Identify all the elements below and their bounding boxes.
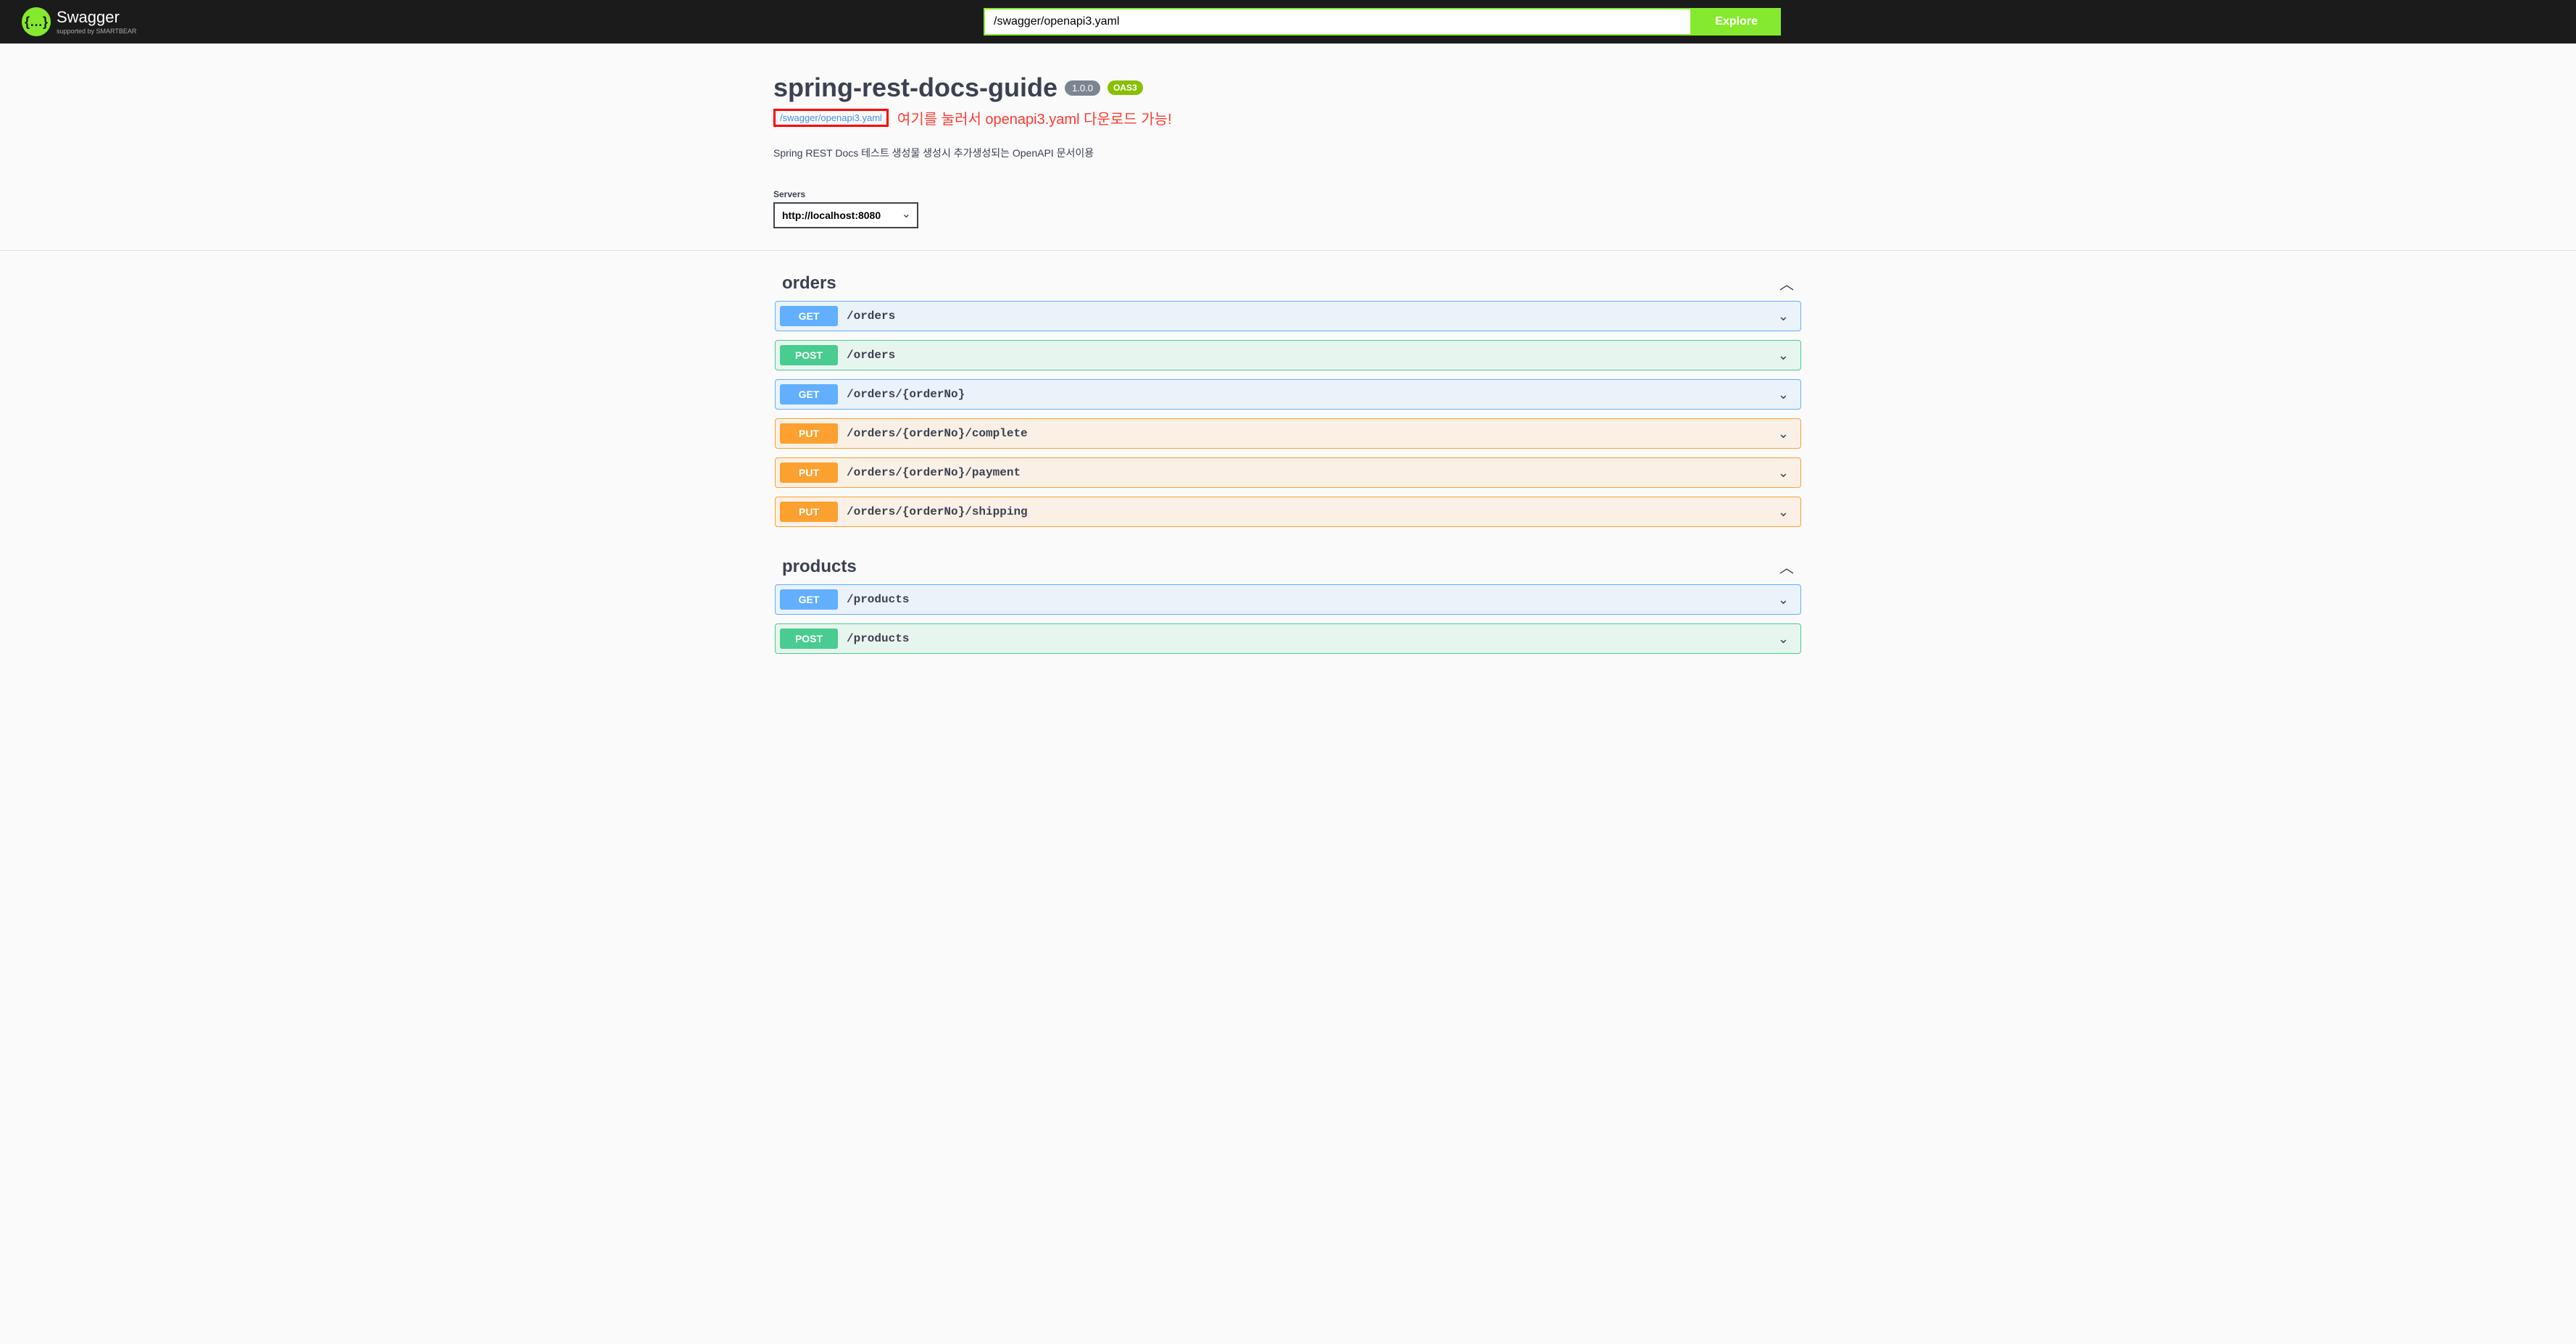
tag-header-orders[interactable]: orders ︿ (773, 265, 1803, 301)
tag-section-products: products ︿ GET/products ⌄ POST/products ⌄ (773, 534, 1803, 661)
operation-row[interactable]: GET/products ⌄ (775, 584, 1801, 615)
operations-list: GET/orders⌄POST/orders⌄GET/orders/{order… (773, 301, 1803, 527)
chevron-up-icon: ︿ (1779, 556, 1794, 577)
operation-path: /products (847, 632, 909, 645)
brand-sub: supported by SMARTBEAR (57, 28, 136, 35)
operation-path: /orders/{orderNo} (847, 388, 965, 401)
operation-row[interactable]: POST/orders ⌄ (775, 340, 1801, 370)
spec-url-input[interactable] (984, 8, 1692, 36)
operation-path: /orders (847, 349, 895, 362)
chevron-down-icon: ⌄ (1778, 387, 1789, 402)
method-badge-get: GET (780, 306, 838, 326)
operation-path: /orders/{orderNo}/payment (847, 466, 1021, 479)
chevron-down-icon: ⌄ (1778, 631, 1789, 647)
method-badge-put: PUT (780, 423, 838, 444)
server-select[interactable]: http://localhost:8080 (773, 202, 918, 228)
swagger-icon: {…} (22, 7, 51, 36)
operation-row[interactable]: GET/orders ⌄ (775, 301, 1801, 331)
chevron-down-icon: ⌄ (1778, 592, 1789, 607)
chevron-down-icon: ⌄ (1778, 309, 1789, 324)
topbar: {…} Swagger supported by SMARTBEAR Explo… (0, 0, 2576, 43)
method-badge-post: POST (780, 629, 838, 649)
swagger-logo[interactable]: {…} Swagger supported by SMARTBEAR (22, 7, 196, 36)
servers-label: Servers (773, 189, 1803, 199)
oas-badge: OAS3 (1108, 80, 1143, 95)
tag-name: products (782, 557, 857, 577)
operation-row[interactable]: PUT/orders/{orderNo}/payment ⌄ (775, 457, 1801, 488)
operation-row[interactable]: GET/orders/{orderNo} ⌄ (775, 379, 1801, 410)
method-badge-get: GET (780, 384, 838, 405)
operations-list: GET/products ⌄ POST/products ⌄ (773, 584, 1803, 654)
operation-path: /orders/{orderNo}/complete (847, 427, 1028, 440)
chevron-down-icon: ⌄ (1778, 426, 1789, 441)
search-wrap: Explore (984, 8, 1781, 36)
api-info: spring-rest-docs-guide 1.0.0 OAS3 /swagg… (773, 43, 1803, 182)
tag-name: orders (782, 273, 836, 294)
api-description: Spring REST Docs 테스트 생성물 생성시 추가생성되는 Open… (773, 146, 1803, 160)
version-badge: 1.0.0 (1065, 80, 1100, 96)
api-title: spring-rest-docs-guide (773, 72, 1058, 103)
method-badge-put: PUT (780, 502, 838, 522)
chevron-down-icon: ⌄ (1778, 465, 1789, 481)
operation-row[interactable]: POST/products ⌄ (775, 623, 1801, 654)
swagger-logo-text: Swagger supported by SMARTBEAR (57, 9, 136, 35)
operation-row[interactable]: PUT/orders/{orderNo}/shipping ⌄ (775, 497, 1801, 527)
tag-header-products[interactable]: products ︿ (773, 549, 1803, 584)
annotation-text: 여기를 눌러서 openapi3.yaml 다운로드 가능! (897, 107, 1172, 128)
operation-path: /products (847, 593, 909, 606)
servers-section: Servers http://localhost:8080 (773, 182, 1803, 250)
chevron-up-icon: ︿ (1779, 273, 1794, 294)
method-badge-post: POST (780, 345, 838, 365)
chevron-down-icon: ⌄ (1778, 505, 1789, 520)
spec-link[interactable]: /swagger/openapi3.yaml (773, 109, 889, 127)
chevron-down-icon: ⌄ (1778, 348, 1789, 363)
method-badge-put: PUT (780, 462, 838, 483)
method-badge-get: GET (780, 589, 838, 610)
brand-name: Swagger (57, 9, 136, 25)
tag-section-orders: orders︿GET/orders⌄POST/orders⌄GET/orders… (773, 251, 1803, 534)
explore-button[interactable]: Explore (1692, 8, 1781, 36)
operation-row[interactable]: PUT/orders/{orderNo}/complete ⌄ (775, 418, 1801, 449)
operation-path: /orders (847, 310, 895, 323)
operation-path: /orders/{orderNo}/shipping (847, 505, 1028, 518)
